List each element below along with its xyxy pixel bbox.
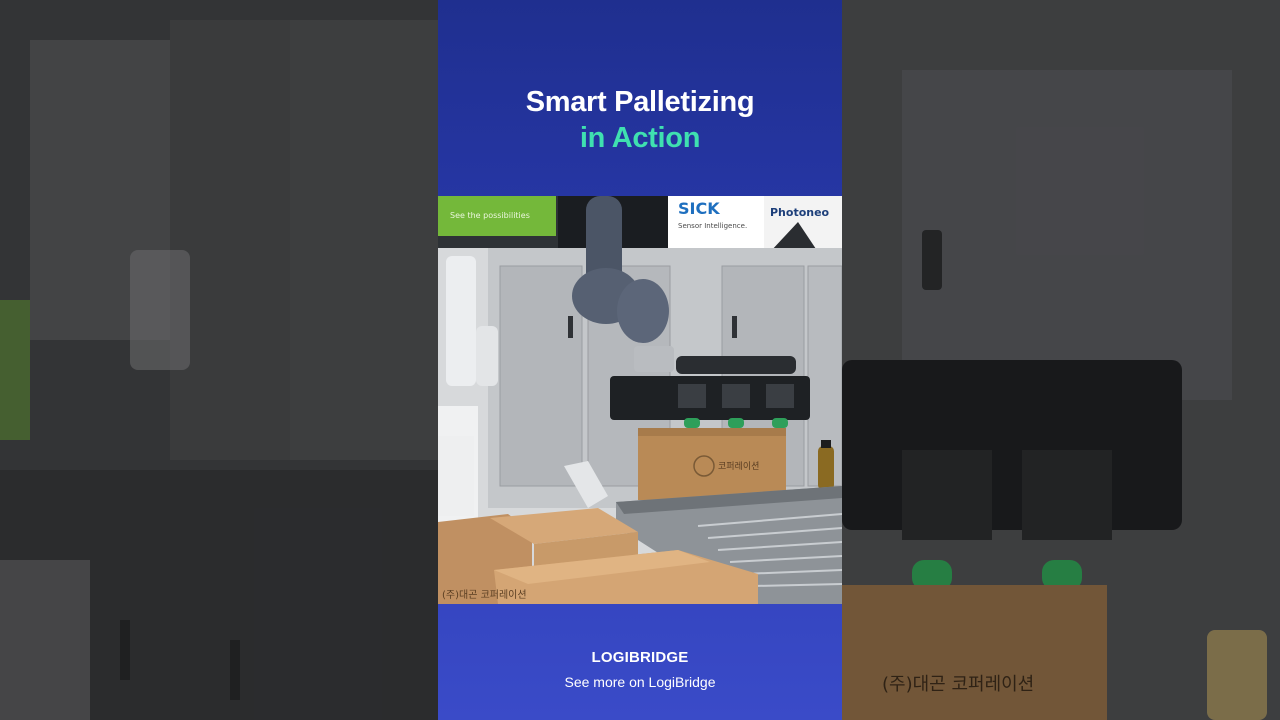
lifted-box-label: 코퍼레이션 <box>718 461 759 472</box>
title-line-2: in Action <box>579 122 701 154</box>
brand-name: LOGIBRIDGE <box>591 649 689 666</box>
robot-palletizing-photo: See the possibilities SICK Sensor Intell… <box>438 196 842 604</box>
see-more-link[interactable]: See more on LogiBridge <box>438 674 842 690</box>
background-right: (주)대곤 코퍼레이션 <box>842 0 1280 720</box>
title-area: Smart Palletizing in Action <box>438 0 842 195</box>
banner-sick-logo: SICK <box>678 199 720 218</box>
short-video-frame: Smart Palletizing in Action See the poss… <box>438 0 842 720</box>
background-left <box>0 0 438 720</box>
footer-area: LOGIBRIDGE See more on LogiBridge <box>438 604 842 720</box>
banner-photoneo-logo: Photoneo <box>770 206 830 219</box>
banner-left-text: See the possibilities <box>450 211 530 220</box>
pallet-box-label: (주)대곤 코퍼레이션 <box>442 589 527 601</box>
title-line-1: Smart Palletizing <box>525 86 755 118</box>
banner-sick-sub: Sensor Intelligence. <box>678 222 747 230</box>
